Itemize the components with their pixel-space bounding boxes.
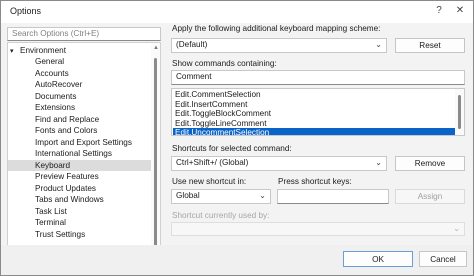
- tree-item-label: Find and Replace: [35, 114, 100, 124]
- tree-item[interactable]: Trust Settings: [8, 229, 152, 240]
- ok-label: OK: [372, 255, 384, 264]
- tree-item[interactable]: Tabs and Windows: [8, 194, 152, 205]
- help-icon[interactable]: ?: [431, 3, 447, 19]
- scroll-up-icon[interactable]: ▲: [153, 45, 159, 51]
- tree-item[interactable]: Preview Features: [8, 171, 152, 182]
- cancel-label: Cancel: [430, 255, 456, 264]
- remove-label: Remove: [414, 159, 446, 168]
- options-tree[interactable]: ▾ Environment General Accounts AutoRecover Do…: [7, 42, 161, 257]
- tree-item-environment[interactable]: ▾ Environment: [8, 45, 152, 56]
- tree-item-label: Documents: [35, 91, 77, 101]
- tree-item[interactable]: Keyboard: [8, 159, 152, 171]
- tree-item-label: Accounts: [35, 68, 69, 78]
- command-list-item[interactable]: Edit.ToggleLineComment: [173, 119, 455, 129]
- tree-item[interactable]: Extensions: [8, 102, 152, 113]
- remove-button[interactable]: Remove: [395, 156, 465, 171]
- ok-button[interactable]: OK: [343, 251, 413, 267]
- use-new-shortcut-label: Use new shortcut in:: [172, 177, 247, 186]
- press-shortcut-keys-label: Press shortcut keys:: [278, 177, 352, 186]
- tree-item-label: Preview Features: [35, 172, 99, 181]
- chevron-down-icon: ⌄: [259, 191, 266, 200]
- dialog-footer: OK Cancel: [1, 245, 473, 275]
- tree-item-label: Task List: [35, 206, 67, 216]
- tree-item[interactable]: Task List: [8, 206, 152, 217]
- command-list-item[interactable]: Edit.UncommentSelection: [173, 128, 455, 135]
- tree-item-label: Environment: [20, 46, 66, 55]
- tree-item[interactable]: Accounts: [8, 68, 152, 79]
- command-list[interactable]: Edit.CommentSelection Edit.InsertComment E…: [171, 88, 465, 136]
- cancel-button[interactable]: Cancel: [419, 251, 467, 267]
- tree-item-label: International Settings: [35, 149, 112, 158]
- shortcuts-label: Shortcuts for selected command:: [172, 144, 292, 153]
- tree-item-label: AutoRecover: [35, 80, 83, 89]
- close-icon[interactable]: ✕: [452, 3, 468, 19]
- tree-item[interactable]: Product Updates: [8, 183, 152, 194]
- shortcut-scope-value: Global: [176, 191, 200, 200]
- command-filter-input[interactable]: Comment: [171, 70, 465, 85]
- reset-label: Reset: [419, 41, 441, 50]
- command-list-scrollbar[interactable]: [455, 89, 464, 135]
- chevron-down-icon: ⌄: [375, 40, 382, 49]
- tree-item[interactable]: International Settings: [8, 148, 152, 159]
- tree-item-label: General: [35, 57, 65, 66]
- search-placeholder: Search Options (Ctrl+E): [12, 29, 100, 38]
- command-list-item[interactable]: Edit.InsertComment: [173, 100, 455, 110]
- currently-used-by-select[interactable]: ⌄: [171, 222, 465, 236]
- tree-item-label: Terminal: [35, 218, 66, 227]
- dialog-content: Search Options (Ctrl+E) ▾ Environment Gene…: [1, 23, 473, 275]
- tree-scrollbar[interactable]: ▲: [151, 43, 160, 256]
- tree-item-label: Product Updates: [35, 183, 96, 193]
- tree-item-label: Keyboard: [35, 160, 71, 170]
- tree-item-label: Import and Export Settings: [35, 137, 132, 147]
- tree-item[interactable]: General: [8, 56, 152, 67]
- tree-item-label: Extensions: [35, 103, 76, 112]
- tree-item-label: Fonts and Colors: [35, 126, 98, 135]
- title-bar: Options ? ✕: [1, 1, 473, 23]
- assign-button[interactable]: Assign: [395, 189, 465, 204]
- shortcuts-select[interactable]: Ctrl+Shift+/ (Global) ⌄: [171, 156, 387, 171]
- tree-item[interactable]: Fonts and Colors: [8, 125, 152, 136]
- mapping-scheme-label: Apply the following additional keyboard …: [172, 24, 381, 33]
- mapping-scheme-value: (Default): [176, 40, 208, 49]
- tree-item[interactable]: Find and Replace: [8, 114, 152, 125]
- tree-item[interactable]: Documents: [8, 91, 152, 102]
- command-filter-value: Comment: [176, 72, 212, 81]
- tree-item[interactable]: Terminal: [8, 217, 152, 228]
- options-dialog: Options ? ✕ Search Options (Ctrl+E) ▾ Env…: [0, 0, 474, 276]
- search-options-input[interactable]: Search Options (Ctrl+E): [7, 27, 161, 41]
- tree-item-label: Trust Settings: [35, 229, 86, 239]
- reset-button[interactable]: Reset: [395, 38, 465, 53]
- chevron-down-icon: ⌄: [375, 158, 382, 167]
- command-list-item[interactable]: Edit.ToggleBlockComment: [173, 109, 455, 119]
- assign-label: Assign: [417, 192, 443, 201]
- command-list-item[interactable]: Edit.CommentSelection: [173, 90, 455, 100]
- show-commands-label: Show commands containing:: [172, 59, 277, 68]
- currently-used-by-label: Shortcut currently used by:: [172, 211, 270, 220]
- press-shortcut-keys-input[interactable]: [277, 189, 389, 204]
- scroll-thumb[interactable]: [154, 58, 157, 248]
- chevron-down-icon: ⌄: [453, 224, 460, 233]
- mapping-scheme-select[interactable]: (Default) ⌄: [171, 38, 387, 53]
- tree-item[interactable]: Import and Export Settings: [8, 137, 152, 148]
- tree-item[interactable]: AutoRecover: [8, 79, 152, 90]
- tree-item-label: Tabs and Windows: [35, 195, 104, 204]
- shortcuts-value: Ctrl+Shift+/ (Global): [176, 158, 249, 167]
- window-title: Options: [10, 6, 42, 16]
- command-scroll-thumb[interactable]: [458, 95, 461, 129]
- shortcut-scope-select[interactable]: Global ⌄: [171, 189, 271, 204]
